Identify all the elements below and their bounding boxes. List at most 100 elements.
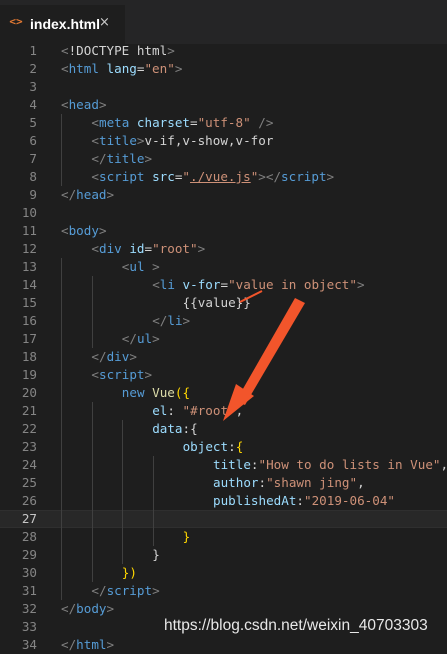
- code-line[interactable]: 16</li>: [0, 312, 447, 330]
- code-token: :: [259, 475, 267, 490]
- code-text: }): [122, 564, 137, 582]
- code-token: li: [160, 277, 175, 292]
- line-number: 32: [0, 600, 37, 618]
- code-token: ></: [258, 169, 281, 184]
- code-token: </: [91, 151, 106, 166]
- code-text: <ul >: [122, 258, 160, 276]
- code-line[interactable]: 9 </head>: [0, 186, 447, 204]
- code-line[interactable]: 3: [0, 78, 447, 96]
- tab-index-html[interactable]: <> index.html ×: [0, 5, 125, 44]
- code-line[interactable]: 23 object:{: [0, 438, 447, 456]
- indent-guide: [92, 402, 93, 582]
- code-line[interactable]: 26publishedAt:"2019-06-04": [0, 492, 447, 510]
- code-token: <: [91, 133, 99, 148]
- code-line[interactable]: 14<li v-for="value in object">: [0, 276, 447, 294]
- code-line[interactable]: 22data:{: [0, 420, 447, 438]
- code-token: "utf-8": [198, 115, 251, 130]
- code-token: [129, 115, 137, 130]
- code-token: html: [137, 43, 167, 58]
- code-editor[interactable]: 1 <!DOCTYPE html>2<html lang="en">34 < head…: [0, 40, 447, 646]
- code-text: </head>: [61, 186, 114, 204]
- code-line[interactable]: 24title:"How to do lists in Vue",: [0, 456, 447, 474]
- code-token: Vue: [152, 385, 175, 400]
- line-number: 23: [0, 438, 37, 456]
- code-token: </: [122, 331, 137, 346]
- code-token: >: [144, 151, 152, 166]
- line-number: 4: [0, 96, 37, 114]
- line-number: 30: [0, 564, 37, 582]
- code-line[interactable]: 7</title>: [0, 150, 447, 168]
- code-text: }: [152, 546, 160, 564]
- code-text: el: "#root",: [152, 402, 243, 420]
- code-token: "How to do lists in Vue": [259, 457, 441, 472]
- code-token: div: [99, 241, 122, 256]
- code-text: object:{: [183, 438, 244, 456]
- code-line[interactable]: 18 </div>: [0, 348, 447, 366]
- line-number: 20: [0, 384, 37, 402]
- code-token: ul: [137, 331, 152, 346]
- code-text: <script src="./vue.js"></script>: [91, 168, 334, 186]
- code-text: <title>v-if,v-show,v-for: [91, 132, 273, 150]
- code-line[interactable]: 6<title>v-if,v-show,v-for: [0, 132, 447, 150]
- code-line[interactable]: 2<html lang="en">: [0, 60, 447, 78]
- code-token: </: [61, 637, 76, 652]
- code-text: <li v-for="value in object">: [152, 276, 364, 294]
- code-token: >: [152, 331, 160, 346]
- code-line[interactable]: 13 <ul >: [0, 258, 447, 276]
- code-token: div: [107, 349, 130, 364]
- line-number: 33: [0, 618, 37, 636]
- code-line[interactable]: 10: [0, 204, 447, 222]
- code-line[interactable]: 28}: [0, 528, 447, 546]
- code-token: >: [183, 313, 191, 328]
- code-line[interactable]: 4<head>: [0, 96, 447, 114]
- code-line[interactable]: 15{{value}}: [0, 294, 447, 312]
- code-token: "value in object": [228, 277, 357, 292]
- code-line[interactable]: 31</script>: [0, 582, 447, 600]
- code-token: </: [91, 349, 106, 364]
- code-token: ./vue.js: [190, 169, 251, 184]
- line-number: 9: [0, 186, 37, 204]
- code-token: ,: [236, 403, 244, 418]
- code-text: <!DOCTYPE html>: [61, 42, 175, 60]
- line-number: 22: [0, 420, 37, 438]
- code-line[interactable]: 25author:"shawn jing",: [0, 474, 447, 492]
- code-token: head: [76, 187, 106, 202]
- code-text: </div>: [91, 348, 137, 366]
- code-token: <: [61, 43, 69, 58]
- code-line[interactable]: 17</ul>: [0, 330, 447, 348]
- line-number: 18: [0, 348, 37, 366]
- code-text: new Vue({: [122, 384, 190, 402]
- code-token: "#root": [183, 403, 236, 418]
- code-line[interactable]: 27: [0, 510, 447, 528]
- code-token: body: [69, 223, 99, 238]
- line-number: 13: [0, 258, 37, 276]
- code-line[interactable]: 32</body>: [0, 600, 447, 618]
- code-token: title: [213, 457, 251, 472]
- code-token: <: [61, 97, 69, 112]
- code-token: title: [99, 133, 137, 148]
- code-token: </: [61, 187, 76, 202]
- code-line[interactable]: 30}): [0, 564, 447, 582]
- code-token: </: [152, 313, 167, 328]
- code-line[interactable]: 34</html>: [0, 636, 447, 654]
- code-line[interactable]: 5<meta charset="utf-8" />: [0, 114, 447, 132]
- code-token: html: [69, 61, 99, 76]
- code-token: [144, 169, 152, 184]
- code-token: </: [61, 601, 76, 616]
- code-line[interactable]: 20 new Vue({: [0, 384, 447, 402]
- line-number: 1: [0, 42, 37, 60]
- code-line[interactable]: 29}: [0, 546, 447, 564]
- code-line[interactable]: 21el: "#root",: [0, 402, 447, 420]
- close-icon[interactable]: ×: [99, 15, 113, 31]
- code-line[interactable]: 1 <!DOCTYPE html>: [0, 42, 447, 60]
- code-line[interactable]: 11<body>: [0, 222, 447, 240]
- tab-bar: <> index.html ×: [0, 0, 447, 44]
- code-line[interactable]: 12<div id="root">: [0, 240, 447, 258]
- code-token: script: [107, 583, 153, 598]
- code-line[interactable]: 8<script src="./vue.js"></script>: [0, 168, 447, 186]
- code-token: =: [190, 115, 198, 130]
- code-line[interactable]: 19<script>: [0, 366, 447, 384]
- code-token: ": [182, 169, 190, 184]
- code-token: >: [107, 187, 115, 202]
- code-token: title: [107, 151, 145, 166]
